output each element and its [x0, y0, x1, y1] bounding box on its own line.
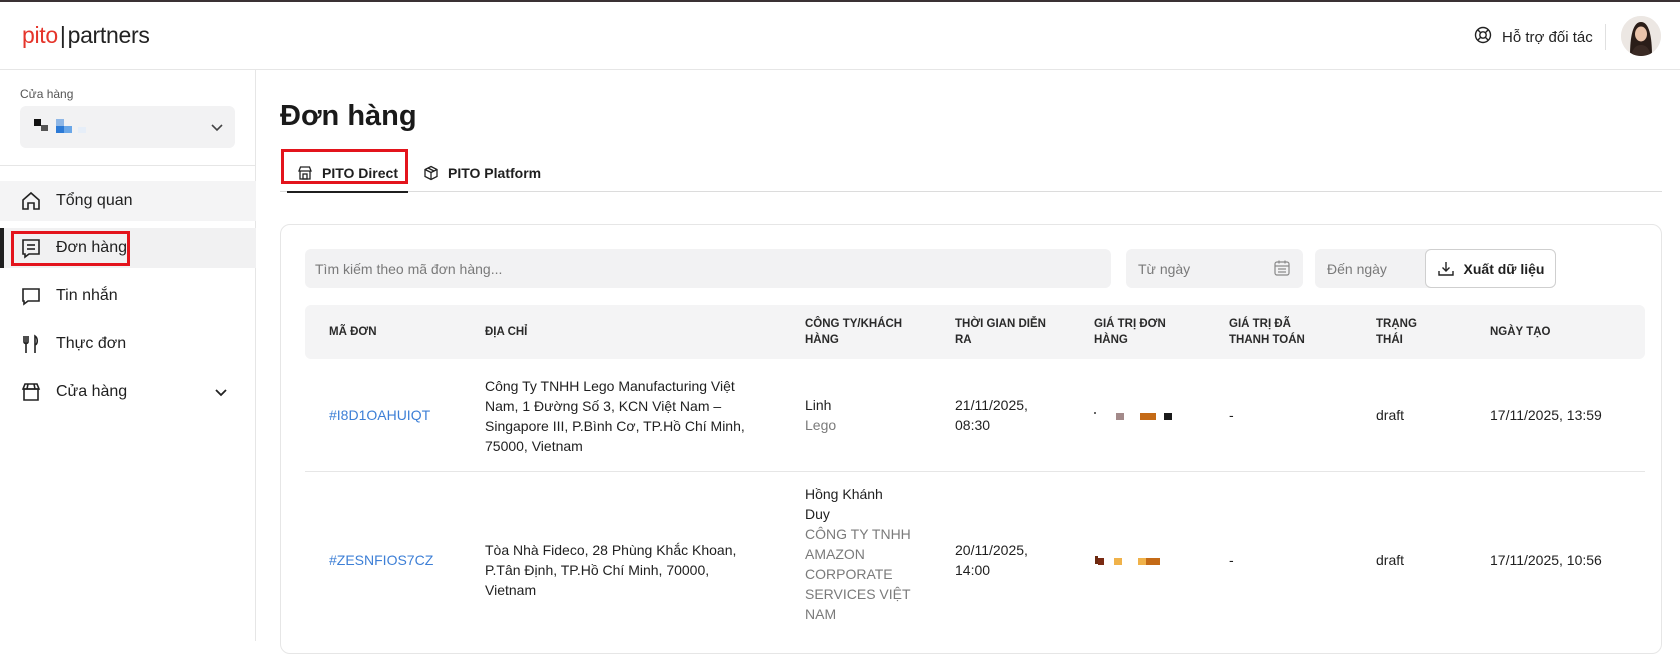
download-icon [1437, 261, 1454, 276]
order-time: 21/11/2025, 08:30 [955, 397, 1028, 433]
column-header-created: NGÀY TẠO [1490, 326, 1551, 338]
sidebar-item-messages[interactable]: Tin nhắn [0, 276, 256, 316]
active-tab-underline [287, 191, 408, 193]
column-header-code: MÃ ĐƠN [329, 326, 377, 338]
logo-pito: pito [22, 22, 58, 48]
order-status: draft [1376, 552, 1405, 568]
partner-support-link[interactable]: Hỗ trợ đối tác [1474, 26, 1593, 48]
store-logo-icon [34, 119, 86, 133]
sidebar-item-label: Thực đơn [56, 335, 127, 352]
table-row[interactable]: #I8D1OAHUIQT Công Ty TNHH Lego Manufactu… [305, 359, 1645, 472]
logo-partners: partners [67, 22, 150, 48]
sidebar-item-menu[interactable]: Thực đơn [0, 324, 256, 364]
order-status: draft [1376, 407, 1405, 423]
order-code-link[interactable]: #I8D1OAHUIQT [329, 405, 430, 425]
sidebar-item-label: Cửa hàng [56, 383, 128, 400]
order-address: Tòa Nhà Fideco, 28 Phùng Khắc Khoan, P.T… [485, 542, 737, 598]
created-date: 17/11/2025, 10:56 [1490, 552, 1602, 568]
chevron-down-icon [211, 124, 223, 132]
column-header-time: THỜI GIAN DIỄN RA [955, 318, 1046, 346]
paid-value: - [1229, 407, 1234, 423]
tab-pito-platform[interactable]: PITO Platform [423, 154, 541, 192]
logo-separator: | [59, 22, 66, 48]
column-header-status: TRẠNG THÁI [1376, 318, 1417, 346]
message-icon [22, 288, 40, 306]
active-indicator [0, 228, 4, 268]
highlight-box-pito-direct [281, 149, 408, 184]
order-address: Công Ty TNHH Lego Manufacturing Việt Nam… [485, 378, 745, 454]
sidebar-item-store[interactable]: Cửa hàng [0, 372, 256, 412]
header-divider [1605, 24, 1606, 50]
top-header: pito|partners Hỗ trợ đối tác [0, 2, 1680, 70]
customer-name: Linh [805, 397, 832, 413]
column-header-company: CÔNG TY/KHÁCH HÀNG [805, 318, 903, 346]
table-row[interactable]: #ZESNFIOS7CZ Tòa Nhà Fideco, 28 Phùng Kh… [305, 472, 1645, 655]
masked-order-value [1094, 412, 1172, 420]
calendar-icon [1274, 260, 1290, 276]
tab-label: PITO Platform [448, 165, 542, 181]
pito-partners-logo[interactable]: pito|partners [22, 22, 150, 49]
box-icon [424, 165, 438, 181]
paid-value: - [1229, 552, 1234, 568]
customer-name: Hồng Khánh Duy [805, 486, 883, 522]
fork-knife-icon [23, 334, 39, 353]
order-code-link[interactable]: #ZESNFIOS7CZ [329, 550, 433, 570]
partner-support-label: Hỗ trợ đối tác [1502, 28, 1593, 46]
sidebar-item-label: Tin nhắn [56, 287, 118, 304]
company-name: Lego [805, 417, 837, 433]
home-icon [22, 191, 40, 210]
highlight-box-orders [11, 231, 130, 266]
company-name: CÔNG TY TNHH AMAZON CORPORATE SERVICES V… [805, 526, 911, 622]
to-date-placeholder: Đến ngày [1327, 261, 1387, 277]
sidebar-item-label: Tổng quan [56, 192, 133, 209]
from-date-placeholder: Từ ngày [1138, 261, 1191, 277]
export-data-button[interactable]: Xuất dữ liệu [1425, 249, 1556, 288]
store-select-label: Cửa hàng [20, 87, 74, 101]
store-icon [21, 383, 41, 401]
column-header-address: ĐỊA CHỈ [485, 326, 528, 338]
sidebar: Cửa hàng Tổng quan Đơn hàng Tin nhắn Thự… [0, 70, 256, 641]
column-header-paid-value: GIÁ TRỊ ĐÃ THANH TOÁN [1229, 318, 1305, 346]
tab-bar: PITO Direct PITO Platform [280, 154, 1662, 193]
user-avatar[interactable] [1621, 16, 1661, 56]
sidebar-divider [0, 165, 256, 166]
chevron-down-icon[interactable] [214, 386, 228, 400]
orders-card: Từ ngày Đến ngày Xuất dữ liệu MÃ ĐƠN ĐỊA [280, 224, 1662, 654]
store-select[interactable] [20, 106, 235, 148]
from-date-picker[interactable]: Từ ngày [1126, 249, 1303, 288]
order-time: 20/11/2025, 14:00 [955, 542, 1028, 578]
order-search-input[interactable] [305, 249, 1111, 288]
page-title: Đơn hàng [280, 100, 417, 132]
created-date: 17/11/2025, 13:59 [1490, 407, 1602, 423]
lifebuoy-icon [1474, 26, 1492, 48]
column-header-order-value: GIÁ TRỊ ĐƠN HÀNG [1094, 318, 1166, 346]
main-content: Đơn hàng PITO Direct PITO Platform Từ ng… [257, 70, 1680, 654]
table-header: MÃ ĐƠN ĐỊA CHỈ CÔNG TY/KHÁCH HÀNG THỜI G… [305, 305, 1645, 359]
masked-order-value [1095, 556, 1160, 565]
export-data-label: Xuất dữ liệu [1463, 260, 1545, 277]
sidebar-item-overview[interactable]: Tổng quan [0, 181, 256, 221]
